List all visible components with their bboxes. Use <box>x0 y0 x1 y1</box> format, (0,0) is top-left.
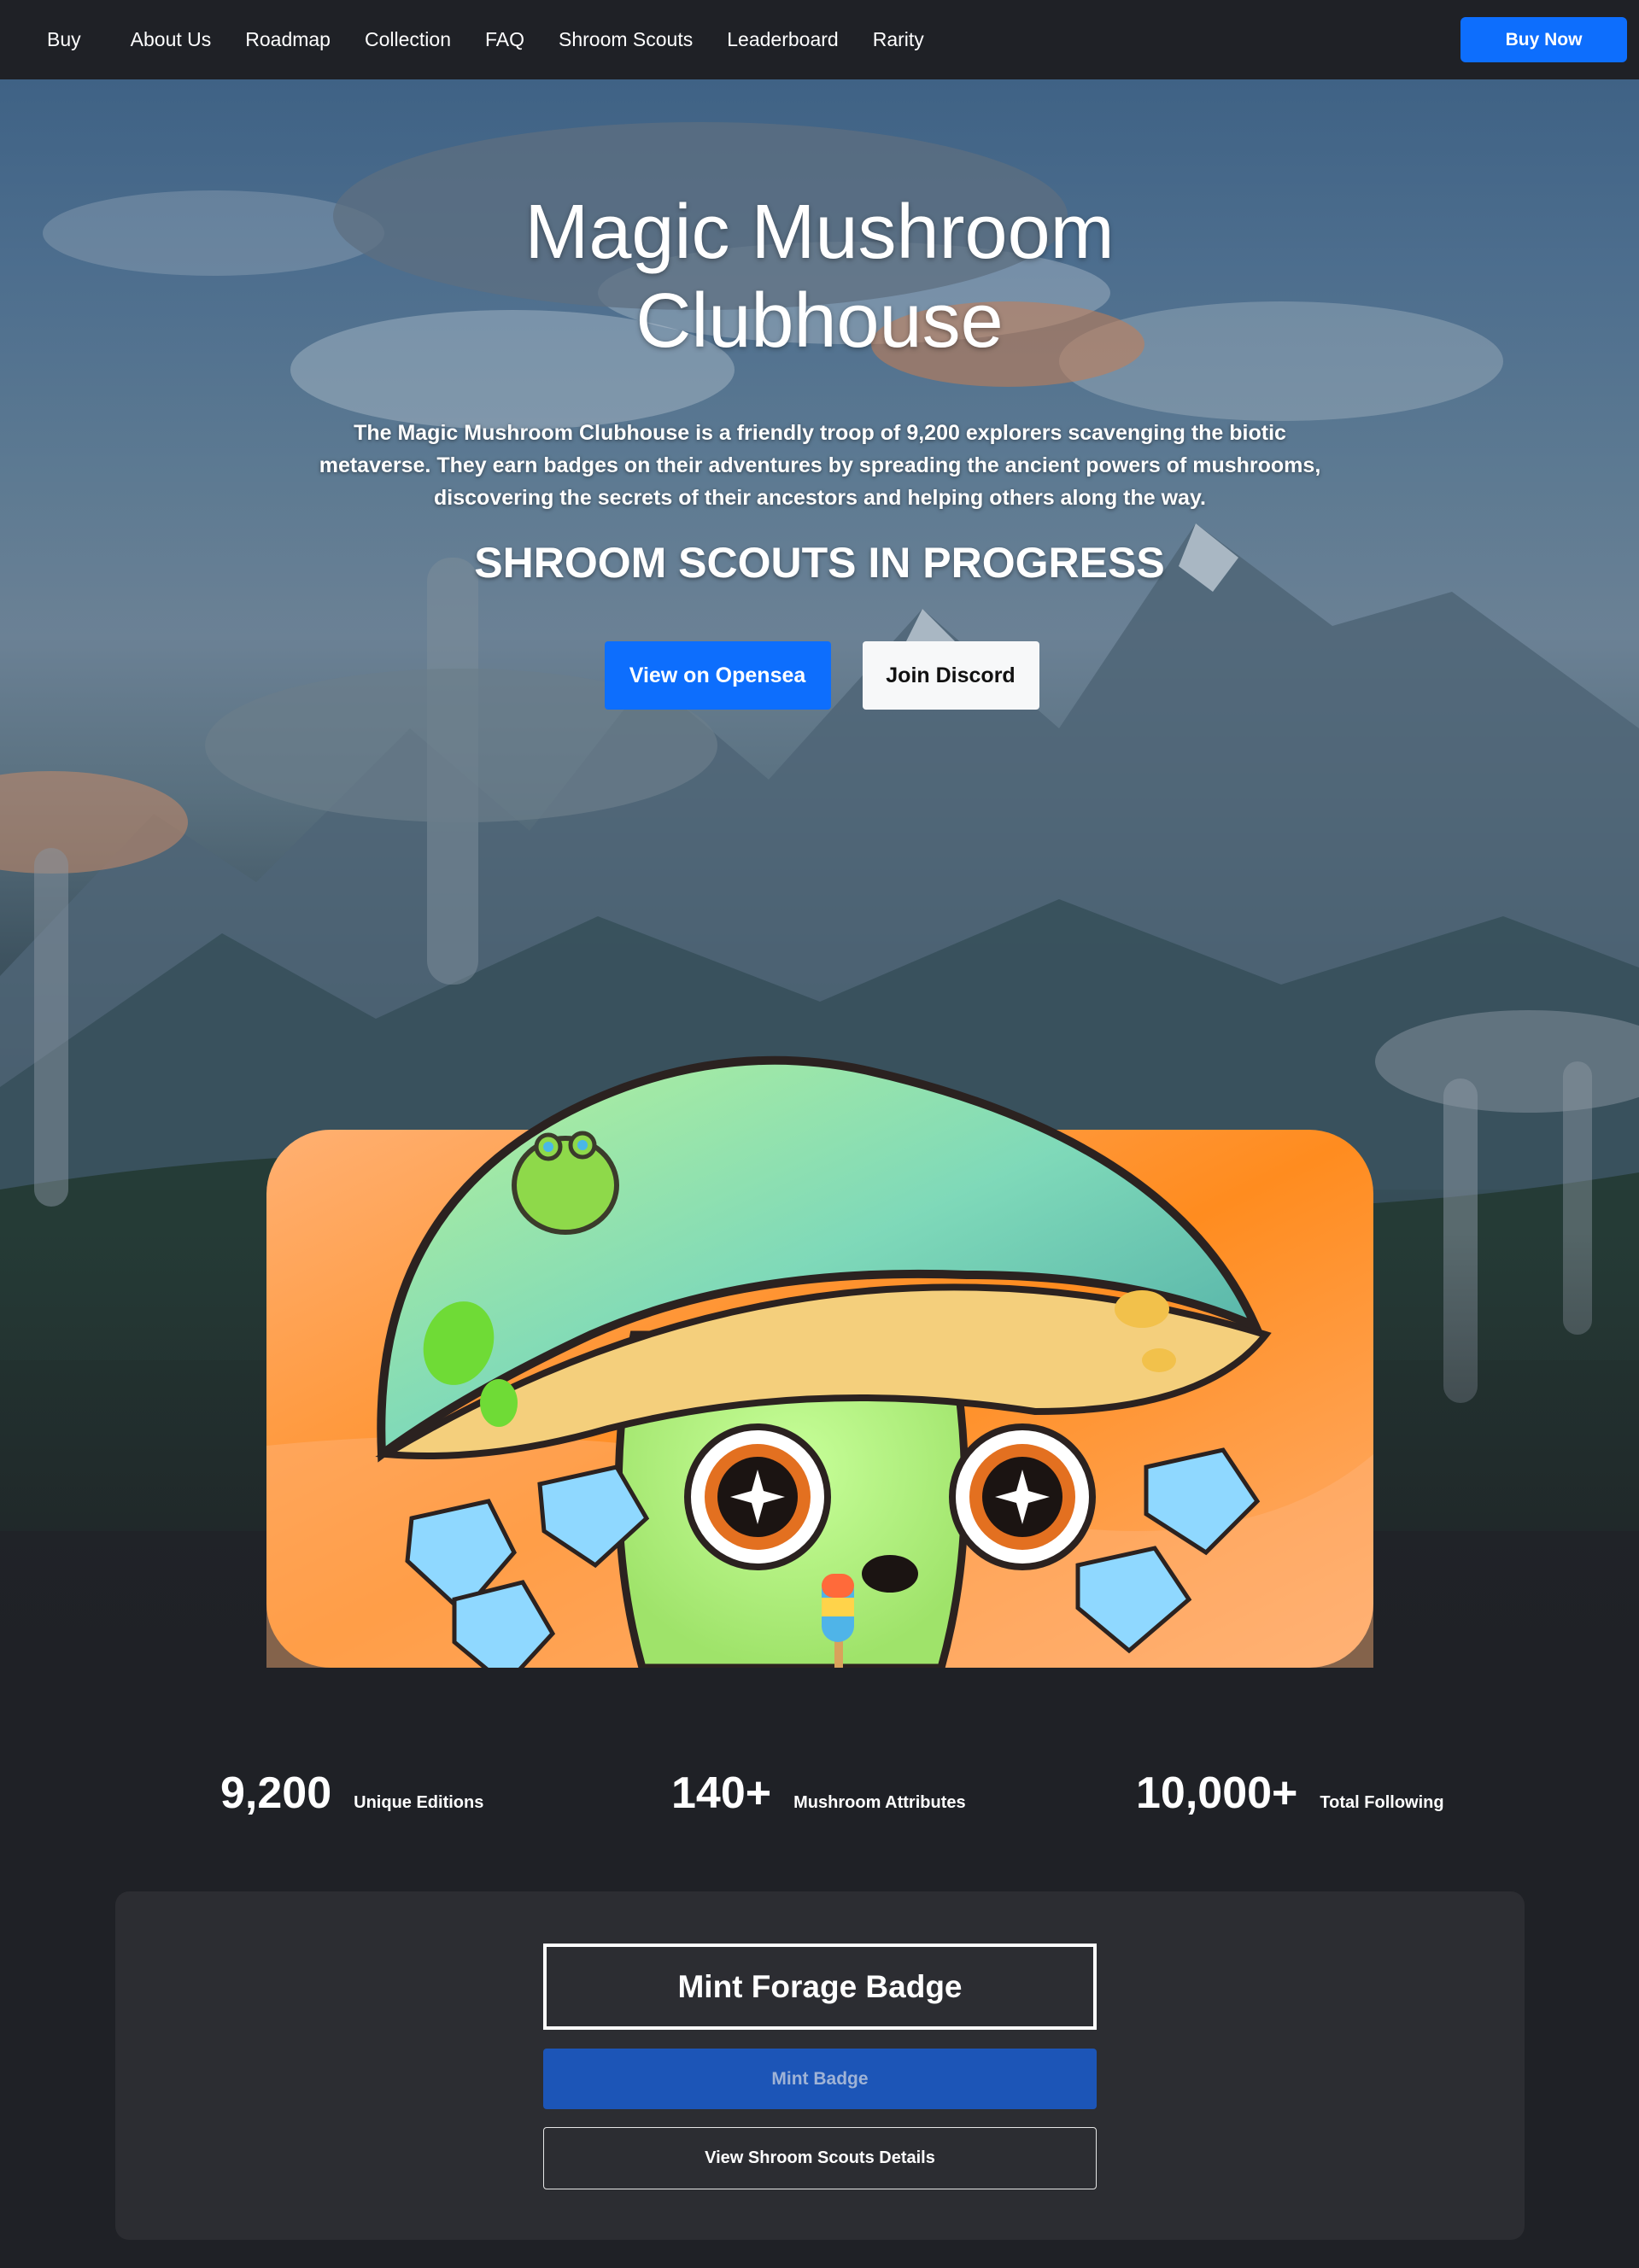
nft-mushroom-character-image <box>266 1055 1373 1668</box>
join-discord-button[interactable]: Join Discord <box>862 641 1039 710</box>
stat-value: 140+ <box>671 1768 772 1818</box>
hero-subtitle: SHROOM SCOUTS IN PROGRESS <box>474 539 1165 587</box>
hero-title: Magic Mushroom Clubhouse <box>0 188 1639 365</box>
nav-link-buy[interactable]: Buy <box>47 28 81 51</box>
nav-link-about-us[interactable]: About Us <box>131 28 212 51</box>
nav-link-shroom-scouts[interactable]: Shroom Scouts <box>559 28 693 51</box>
stat-mushroom-attributes: 140+ Mushroom Attributes <box>671 1768 966 1819</box>
stat-label: Mushroom Attributes <box>793 1793 966 1812</box>
mint-badge-button[interactable]: Mint Badge <box>543 2049 1097 2109</box>
stat-value: 10,000+ <box>1136 1768 1298 1818</box>
stat-label: Unique Editions <box>354 1793 484 1812</box>
view-shroom-scouts-details-button[interactable]: View Shroom Scouts Details <box>543 2127 1097 2189</box>
top-navbar: Buy About Us Roadmap Collection FAQ Shro… <box>0 0 1639 79</box>
nav-link-rarity[interactable]: Rarity <box>873 28 924 51</box>
hero-buttons: View on Opensea Join Discord <box>0 641 1639 710</box>
hero-description-line1: The Magic Mushroom Clubhouse is a friend… <box>354 421 1286 445</box>
nav-link-faq[interactable]: FAQ <box>485 28 524 51</box>
stat-unique-editions: 9,200 Unique Editions <box>220 1768 483 1819</box>
hero-section: Magic Mushroom Clubhouse The Magic Mushr… <box>0 79 1639 1674</box>
nav-link-leaderboard[interactable]: Leaderboard <box>727 28 838 51</box>
hero-title-line2: Clubhouse <box>635 278 1004 364</box>
mint-forage-badge-title: Mint Forage Badge <box>543 1944 1097 2030</box>
view-on-opensea-button[interactable]: View on Opensea <box>604 641 831 710</box>
hero-description: The Magic Mushroom Clubhouse is a friend… <box>316 417 1324 514</box>
mint-panel: Mint Forage Badge Mint Badge View Shroom… <box>115 1891 1525 2240</box>
hero-title-line1: Magic Mushroom <box>524 190 1115 275</box>
hero-description-line2: metaverse. They earn badges on their adv… <box>319 453 1321 477</box>
stats-section: 9,200 Unique Editions 140+ Mushroom Attr… <box>0 1768 1639 1836</box>
stat-value: 9,200 <box>220 1768 332 1818</box>
nav-links: Buy About Us Roadmap Collection FAQ Shro… <box>47 0 958 79</box>
nav-link-roadmap[interactable]: Roadmap <box>245 28 331 51</box>
buy-now-button[interactable]: Buy Now <box>1460 17 1627 62</box>
stat-total-following: 10,000+ Total Following <box>1136 1768 1444 1819</box>
stat-label: Total Following <box>1320 1793 1444 1812</box>
hero-description-line3: discovering the secrets of their ancesto… <box>434 486 1206 510</box>
nav-link-collection[interactable]: Collection <box>365 28 451 51</box>
